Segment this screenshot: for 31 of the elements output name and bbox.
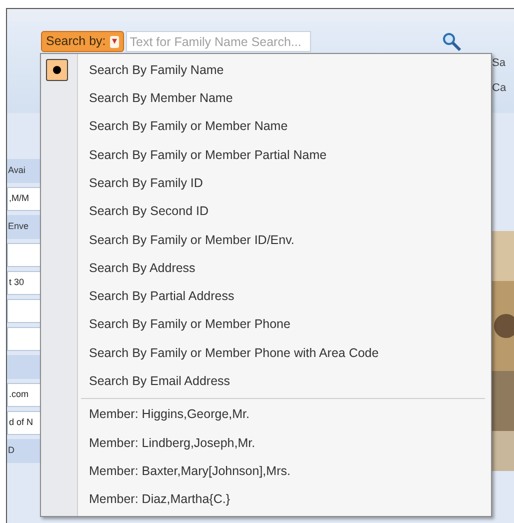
search-option-item[interactable]: Search By Email Address (41, 367, 491, 396)
side-label: Ca (492, 80, 508, 96)
member-menu-item[interactable]: Member: Higgins,George,Mr. (41, 400, 491, 429)
form-field: .com (7, 383, 41, 407)
member-menu-item[interactable]: Member: Diaz,Martha{C.} (41, 485, 491, 514)
form-field: d of N (7, 411, 41, 435)
side-label: Sa (492, 56, 506, 71)
search-option-item[interactable]: Search By Second ID (41, 197, 491, 226)
field-label: D (7, 439, 41, 463)
form-field: ,M/M (7, 187, 41, 211)
radio-selected-icon (46, 59, 68, 81)
search-field[interactable]: Text for Family Name Search... (126, 31, 311, 52)
caret-icon: ▾ (110, 36, 119, 48)
search-option-item[interactable]: Search By Family or Member Name (41, 112, 491, 141)
search-option-item[interactable]: Search By Family or Member Phone (41, 310, 491, 339)
search-option-item[interactable]: Search By Family or Member Partial Name (41, 140, 491, 170)
search-option-item[interactable]: Search By Member Name (41, 84, 491, 113)
form-field: t 30 (7, 271, 41, 295)
search-option-item[interactable]: Search By Family or Member Phone with Area Code (41, 338, 491, 368)
member-menu-item[interactable]: Member: Baxter,Mary[Johnson],Mrs. (41, 457, 491, 486)
search-option-item[interactable]: Search By Family ID (41, 169, 491, 198)
search-option-item[interactable]: Search By Family Name (41, 56, 491, 84)
search-option-item[interactable]: Search By Family or Member ID/Env. (41, 226, 491, 254)
search-option-item[interactable]: Search By Partial Address (41, 282, 491, 311)
search-icon[interactable] (442, 32, 462, 52)
search-option-item[interactable]: Search By Address (41, 254, 491, 282)
field-label: Enve (7, 215, 41, 239)
section-band (7, 355, 41, 379)
search-by-button[interactable]: Search by: ▾ (41, 31, 124, 52)
field-label: Avai (7, 159, 41, 183)
member-menu-item[interactable]: Member: Lindberg,Joseph,Mr. (41, 428, 491, 458)
